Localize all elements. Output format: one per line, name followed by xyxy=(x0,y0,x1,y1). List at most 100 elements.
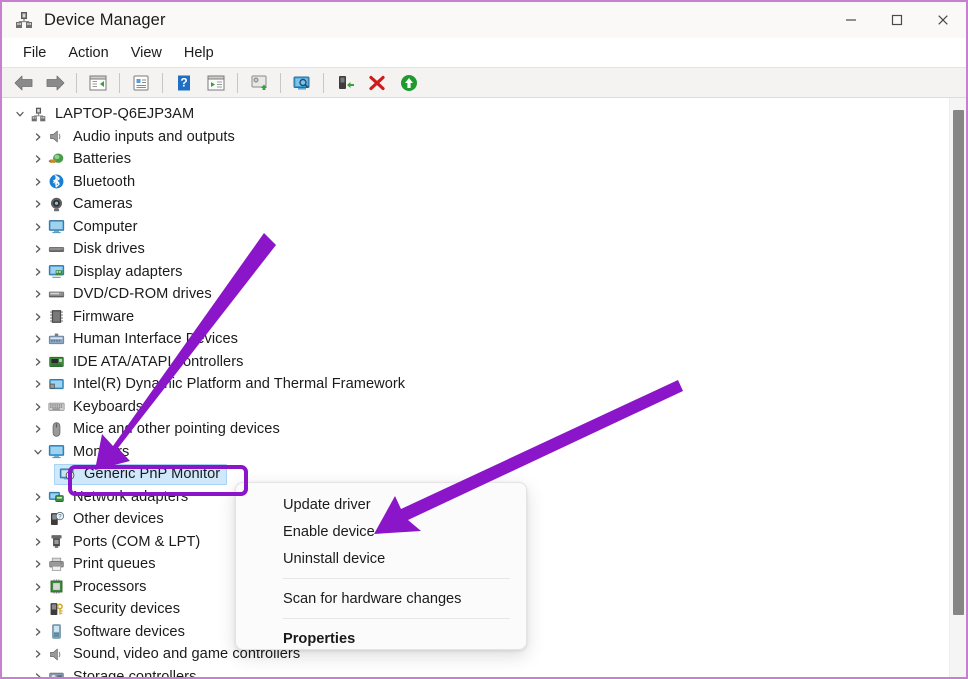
show-hide-console-tree-icon[interactable] xyxy=(83,70,113,96)
tree-node-label: Other devices xyxy=(73,511,164,527)
scan-hardware-changes-icon[interactable] xyxy=(201,70,231,96)
context-menu-item-update-driver[interactable]: Update driver xyxy=(236,491,526,518)
monitor-icon xyxy=(46,443,66,461)
minimize-icon[interactable] xyxy=(828,2,874,38)
chevron-down-icon[interactable] xyxy=(30,447,46,457)
toolbar-separator xyxy=(237,73,238,93)
disk-drive-icon xyxy=(46,240,66,258)
tree-node-keyboards[interactable]: Keyboards xyxy=(2,396,932,419)
chevron-right-icon[interactable] xyxy=(30,627,46,637)
chevron-right-icon[interactable] xyxy=(30,199,46,209)
svg-text:?: ? xyxy=(180,75,187,89)
computer-root-icon xyxy=(28,105,48,123)
tree-node-label: Ports (COM & LPT) xyxy=(73,534,200,550)
chevron-right-icon[interactable] xyxy=(30,559,46,569)
chevron-right-icon[interactable] xyxy=(30,154,46,164)
chevron-right-icon[interactable] xyxy=(30,244,46,254)
context-menu-item-properties[interactable]: Properties xyxy=(236,625,526,652)
scrollbar-thumb[interactable] xyxy=(953,110,964,615)
chevron-right-icon[interactable] xyxy=(30,312,46,322)
port-icon xyxy=(46,533,66,551)
hid-icon xyxy=(46,330,66,348)
properties-icon[interactable] xyxy=(126,70,156,96)
tree-node-bluetooth[interactable]: Bluetooth xyxy=(2,171,932,194)
tree-node-ide-ata-atapi-controllers[interactable]: IDE ATA/ATAPI controllers xyxy=(2,351,932,374)
help-icon[interactable]: ? xyxy=(169,70,199,96)
tree-node-batteries[interactable]: Batteries xyxy=(2,148,932,171)
update-driver-icon[interactable] xyxy=(244,70,274,96)
tree-node-human-interface-devices[interactable]: Human Interface Devices xyxy=(2,328,932,351)
device-manager-icon xyxy=(14,10,34,30)
menu-help[interactable]: Help xyxy=(173,42,225,64)
toolbar-separator xyxy=(162,73,163,93)
tree-node-firmware[interactable]: Firmware xyxy=(2,306,932,329)
chevron-right-icon[interactable] xyxy=(30,289,46,299)
tree-node-label: Keyboards xyxy=(73,399,143,415)
unknown-device-icon: ? xyxy=(46,510,66,528)
tree-node-display-adapters[interactable]: Display adapters xyxy=(2,261,932,284)
toolbar: ? xyxy=(2,67,966,98)
chevron-right-icon[interactable] xyxy=(30,424,46,434)
tree-root-node[interactable]: LAPTOP-Q6EJP3AM xyxy=(2,103,932,126)
context-menu-separator xyxy=(283,578,510,579)
tree-node-audio-inputs-and-outputs[interactable]: Audio inputs and outputs xyxy=(2,126,932,149)
tree-node-label: Display adapters xyxy=(73,264,183,280)
chevron-right-icon[interactable] xyxy=(30,537,46,547)
display-icon[interactable] xyxy=(287,70,317,96)
tree-node-disk-drives[interactable]: Disk drives xyxy=(2,238,932,261)
enable-device-icon[interactable] xyxy=(394,70,424,96)
tree-node-storage-controllers[interactable]: Storage controllers xyxy=(2,666,932,678)
tree-root-label: LAPTOP-Q6EJP3AM xyxy=(55,106,194,122)
tree-node-dvd-cd-rom-drives[interactable]: DVD/CD-ROM drives xyxy=(2,283,932,306)
chevron-right-icon[interactable] xyxy=(30,649,46,659)
tree-node-cameras[interactable]: Cameras xyxy=(2,193,932,216)
forward-icon[interactable] xyxy=(40,70,70,96)
menu-bar: File Action View Help xyxy=(2,38,966,67)
context-menu-item-enable-device[interactable]: Enable device xyxy=(236,518,526,545)
chevron-right-icon[interactable] xyxy=(30,492,46,502)
tree-node-computer[interactable]: Computer xyxy=(2,216,932,239)
context-menu-item-scan-for-hardware-changes[interactable]: Scan for hardware changes xyxy=(236,585,526,612)
menu-file[interactable]: File xyxy=(12,42,57,64)
tree-node-intel-dynamic-platform-and-thermal-framework[interactable]: Intel(R) Dynamic Platform and Thermal Fr… xyxy=(2,373,932,396)
chevron-right-icon[interactable] xyxy=(30,514,46,524)
menu-view[interactable]: View xyxy=(120,42,173,64)
tree-node-label: Audio inputs and outputs xyxy=(73,129,235,145)
tree-node-label: Computer xyxy=(73,219,137,235)
context-menu-separator xyxy=(283,618,510,619)
chevron-right-icon[interactable] xyxy=(30,582,46,592)
toolbar-separator xyxy=(323,73,324,93)
chevron-right-icon[interactable] xyxy=(30,177,46,187)
context-menu-item-uninstall-device[interactable]: Uninstall device xyxy=(236,545,526,572)
menu-action[interactable]: Action xyxy=(57,42,119,64)
chevron-right-icon[interactable] xyxy=(30,604,46,614)
processor-icon xyxy=(46,578,66,596)
uninstall-device-icon[interactable] xyxy=(362,70,392,96)
tree-node-monitors[interactable]: Monitors xyxy=(2,441,932,464)
tree-node-label: DVD/CD-ROM drives xyxy=(73,286,212,302)
network-adapter-icon xyxy=(46,488,66,506)
camera-icon xyxy=(46,195,66,213)
firmware-chip-icon xyxy=(46,308,66,326)
chevron-right-icon[interactable] xyxy=(30,672,46,677)
chevron-right-icon[interactable] xyxy=(30,222,46,232)
maximize-icon[interactable] xyxy=(874,2,920,38)
tree-node-label: Storage controllers xyxy=(73,669,196,677)
chevron-down-icon[interactable] xyxy=(12,109,28,119)
chevron-right-icon[interactable] xyxy=(30,334,46,344)
tree-node-label: Intel(R) Dynamic Platform and Thermal Fr… xyxy=(73,376,405,392)
disable-device-icon[interactable] xyxy=(330,70,360,96)
display-adapter-icon xyxy=(46,263,66,281)
chevron-right-icon[interactable] xyxy=(30,267,46,277)
close-icon[interactable] xyxy=(920,2,966,38)
vertical-scrollbar[interactable] xyxy=(949,98,966,677)
tree-node-mice-and-other-pointing-devices[interactable]: Mice and other pointing devices xyxy=(2,418,932,441)
chevron-right-icon[interactable] xyxy=(30,357,46,367)
chevron-right-icon[interactable] xyxy=(30,379,46,389)
chevron-right-icon[interactable] xyxy=(30,402,46,412)
toolbar-separator xyxy=(119,73,120,93)
toolbar-separator xyxy=(76,73,77,93)
back-icon[interactable] xyxy=(8,70,38,96)
chevron-right-icon[interactable] xyxy=(30,132,46,142)
tree-node-label: Processors xyxy=(73,579,147,595)
